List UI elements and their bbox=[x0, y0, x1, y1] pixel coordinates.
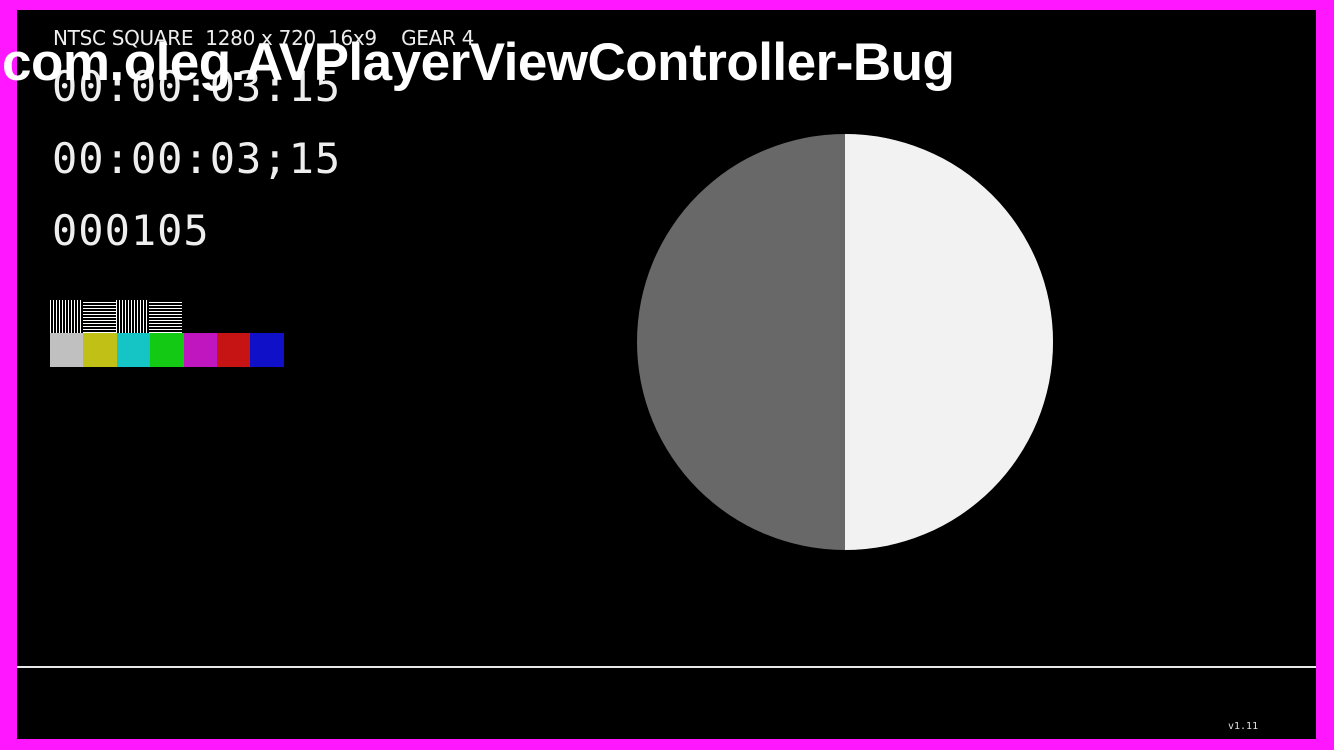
frame-counter: 000105 bbox=[52, 206, 210, 255]
divider-line bbox=[17, 666, 1316, 668]
vertical-line-pattern bbox=[50, 300, 83, 333]
vertical-line-pattern bbox=[116, 300, 149, 333]
clock-pie bbox=[637, 134, 1053, 550]
app-title: com.oleg.AVPlayerViewController-Bug bbox=[2, 33, 955, 92]
color-bar bbox=[216, 333, 251, 367]
resolution-patterns bbox=[50, 300, 182, 333]
horizontal-line-pattern bbox=[83, 300, 116, 333]
horizontal-line-pattern bbox=[149, 300, 182, 333]
timecode-dropframe: 00:00:03;15 bbox=[52, 134, 342, 183]
pie-light-half bbox=[845, 134, 1053, 550]
color-bar bbox=[83, 333, 117, 367]
version-label: v1.11 bbox=[1228, 721, 1259, 732]
video-player[interactable]: NTSC SQUARE 1280 x 720 16x9 GEAR 4 00:00… bbox=[17, 10, 1316, 739]
color-bar bbox=[183, 333, 217, 367]
color-bars bbox=[50, 333, 284, 367]
color-bar bbox=[116, 333, 151, 367]
color-bar bbox=[250, 333, 284, 367]
color-bar bbox=[50, 333, 84, 367]
color-bar bbox=[150, 333, 184, 367]
app-window: NTSC SQUARE 1280 x 720 16x9 GEAR 4 00:00… bbox=[0, 0, 1334, 750]
